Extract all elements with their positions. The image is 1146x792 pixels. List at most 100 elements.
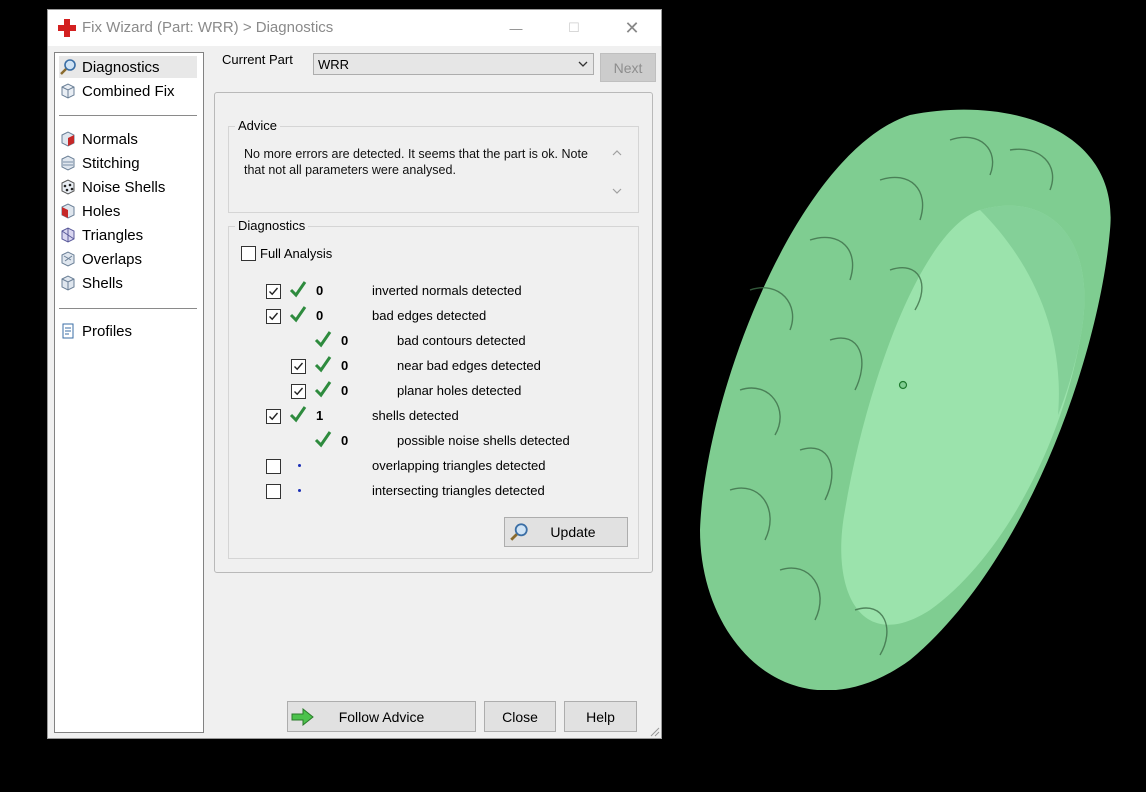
minimize-button[interactable]: —	[493, 10, 539, 46]
holes-cube-icon	[61, 203, 75, 219]
advice-group: Advice No more errors are detected. It s…	[228, 118, 639, 213]
follow-advice-button[interactable]: Follow Advice	[287, 701, 476, 732]
overlapping-triangles-checkbox[interactable]	[266, 459, 281, 474]
diag-value: 0	[341, 333, 349, 348]
current-part-label: Current Part	[222, 52, 293, 67]
sidebar-item-profiles[interactable]: Profiles	[59, 320, 197, 342]
shells-cube-icon	[61, 275, 75, 291]
checkmark-icon	[269, 287, 279, 296]
overlaps-cube-icon	[61, 251, 75, 267]
ok-check-icon	[314, 381, 332, 398]
sidebar-item-holes[interactable]: Holes	[59, 200, 197, 222]
ok-check-icon	[314, 331, 332, 348]
diag-label: bad contours detected	[397, 333, 526, 348]
help-button[interactable]: Help	[564, 701, 637, 732]
scroll-up-icon[interactable]	[608, 146, 626, 160]
diag-value: 1	[316, 408, 324, 423]
next-button-label: Next	[613, 59, 643, 76]
diag-label: bad edges detected	[372, 308, 487, 323]
fix-wizard-window: Fix Wizard (Part: WRR) > Diagnostics — ☐…	[47, 9, 662, 739]
diag-value: 0	[341, 358, 349, 373]
sidebar-item-label: Profiles	[82, 322, 133, 340]
title-bar[interactable]: Fix Wizard (Part: WRR) > Diagnostics — ☐…	[48, 10, 661, 46]
window-title: Fix Wizard (Part: WRR) > Diagnostics	[82, 19, 334, 36]
sidebar-item-label: Triangles	[82, 226, 144, 244]
diag-label: shells detected	[372, 408, 459, 423]
help-button-label: Help	[586, 708, 615, 725]
checkmark-icon	[294, 387, 304, 396]
diag-label: overlapping triangles detected	[372, 458, 546, 473]
diag-label: intersecting triangles detected	[372, 483, 545, 498]
stitching-cube-icon	[61, 155, 75, 171]
ring-3d-viewport[interactable]	[680, 90, 1140, 690]
resize-grip-icon[interactable]	[648, 725, 660, 737]
noise-shells-icon	[61, 179, 75, 195]
cube-icon	[61, 83, 75, 99]
diag-value: 0	[341, 433, 349, 448]
diag-label: near bad edges detected	[397, 358, 541, 373]
checkmark-icon	[294, 362, 304, 371]
scroll-down-icon[interactable]	[608, 184, 626, 198]
next-button[interactable]: Next	[600, 53, 656, 82]
sidebar-item-label: Stitching	[82, 154, 140, 172]
ok-check-icon	[289, 281, 307, 298]
sidebar-item-triangles[interactable]: Triangles	[59, 224, 197, 246]
bad-edges-checkbox[interactable]	[266, 309, 281, 324]
current-part-value: WRR	[318, 56, 350, 72]
close-icon: ✕	[624, 17, 640, 38]
ok-check-icon	[289, 406, 307, 423]
ok-check-icon	[314, 431, 332, 448]
full-analysis-label: Full Analysis	[260, 246, 333, 261]
sidebar-divider	[59, 115, 197, 116]
green-arrow-icon	[291, 708, 314, 726]
sidebar-item-stitching[interactable]: Stitching	[59, 152, 197, 174]
normals-cube-icon	[61, 131, 75, 147]
chevron-down-icon	[578, 61, 588, 67]
inverted-normals-checkbox[interactable]	[266, 284, 281, 299]
sidebar-item-overlaps[interactable]: Overlaps	[59, 248, 197, 270]
minimize-icon: —	[509, 20, 523, 36]
intersecting-triangles-checkbox[interactable]	[266, 484, 281, 499]
diag-value: 0	[316, 308, 324, 323]
planar-holes-checkbox[interactable]	[291, 384, 306, 399]
sidebar-item-label: Overlaps	[82, 250, 143, 268]
sidebar-item-diagnostics[interactable]: Diagnostics	[59, 56, 197, 78]
close-window-button[interactable]: ✕	[609, 10, 655, 46]
magnifier-icon	[60, 59, 76, 75]
update-button-label: Update	[550, 524, 596, 540]
follow-advice-label: Follow Advice	[338, 708, 425, 725]
advice-scrollbar[interactable]	[608, 144, 626, 200]
advice-text: No more errors are detected. It seems th…	[244, 147, 588, 177]
magnifier-icon	[510, 523, 528, 541]
wizard-sidebar: Diagnostics Combined Fix Normals Stitchi…	[54, 52, 204, 733]
ok-check-icon	[314, 356, 332, 373]
diag-value: 0	[341, 383, 349, 398]
current-part-select[interactable]: WRR	[313, 53, 594, 75]
maximize-button[interactable]: ☐	[551, 10, 597, 46]
close-button[interactable]: Close	[484, 701, 556, 732]
sidebar-item-label: Shells	[82, 274, 123, 292]
diag-value: 0	[316, 283, 324, 298]
diagnostics-group: Diagnostics Full Analysis 0 inverted nor…	[228, 218, 639, 559]
sidebar-item-shells[interactable]: Shells	[59, 272, 197, 294]
sidebar-item-normals[interactable]: Normals	[59, 128, 197, 150]
checkmark-icon	[269, 312, 279, 321]
not-analysed-dot	[298, 489, 301, 492]
sidebar-item-label: Noise Shells	[82, 178, 166, 196]
not-analysed-dot	[298, 464, 301, 467]
sidebar-item-label: Normals	[82, 130, 138, 148]
shells-checkbox[interactable]	[266, 409, 281, 424]
update-button[interactable]: Update	[504, 517, 628, 547]
ok-check-icon	[289, 306, 307, 323]
near-bad-edges-checkbox[interactable]	[291, 359, 306, 374]
diag-label: planar holes detected	[397, 383, 522, 398]
profiles-document-icon	[62, 323, 74, 339]
diag-label: inverted normals detected	[372, 283, 522, 298]
wizard-panel: Advice No more errors are detected. It s…	[214, 92, 653, 573]
full-analysis-checkbox[interactable]	[241, 246, 256, 261]
close-button-label: Close	[502, 708, 538, 725]
diagnostics-title: Diagnostics	[235, 218, 309, 233]
sidebar-item-label: Holes	[82, 202, 121, 220]
sidebar-item-combined-fix[interactable]: Combined Fix	[59, 80, 197, 102]
sidebar-item-noise-shells[interactable]: Noise Shells	[59, 176, 197, 198]
